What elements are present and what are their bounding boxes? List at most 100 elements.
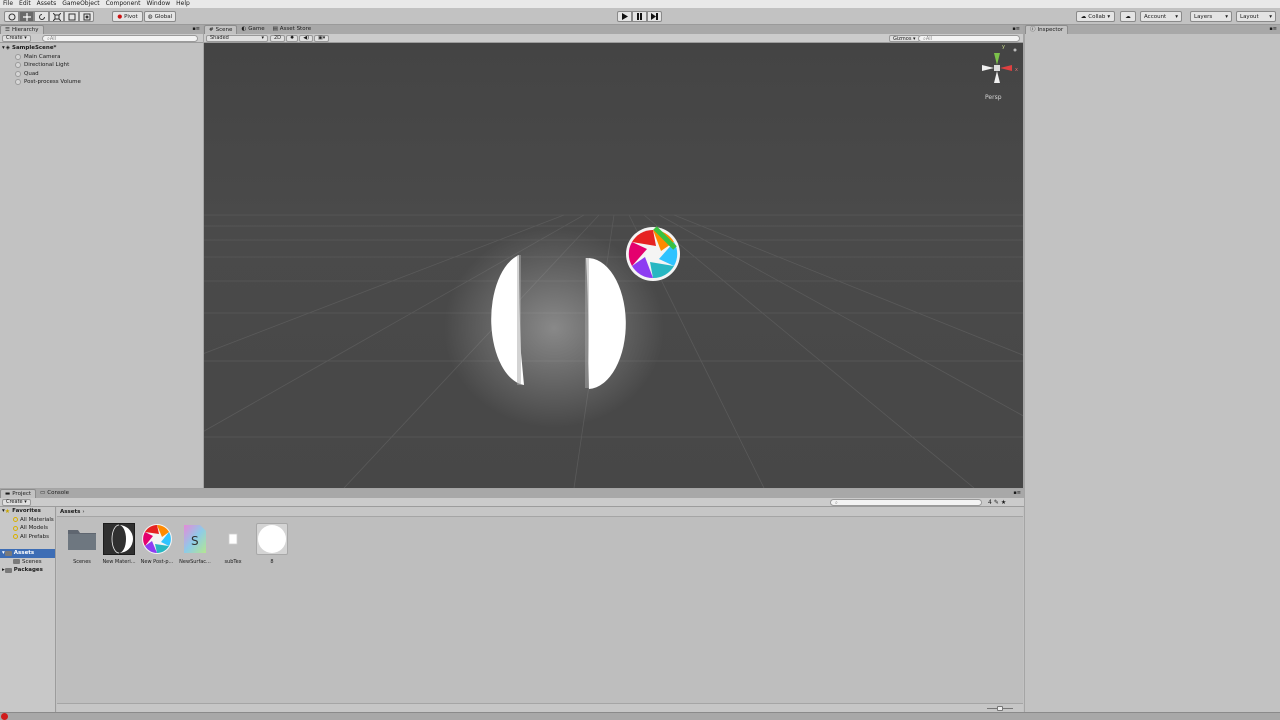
asset-new-material[interactable]: New Materi... bbox=[101, 523, 137, 565]
hierarchy-item-main-camera[interactable]: Main Camera bbox=[0, 53, 203, 62]
hierarchy-item-quad[interactable]: Quad bbox=[0, 70, 203, 79]
hand-tool-icon[interactable] bbox=[4, 11, 19, 22]
shader-file-icon: S bbox=[179, 523, 211, 555]
project-search-input[interactable]: ⌕ bbox=[830, 499, 982, 506]
star-filter-icon[interactable]: ★ bbox=[1001, 499, 1006, 506]
create-button[interactable]: Create ▾ bbox=[2, 34, 31, 42]
menu-help[interactable]: Help bbox=[173, 0, 193, 8]
menu-assets[interactable]: Assets bbox=[34, 0, 60, 8]
create-button[interactable]: Create ▾ bbox=[2, 498, 31, 506]
asset-new-post-process[interactable]: New Post-p... bbox=[139, 523, 175, 565]
folder-assets[interactable]: ▾ Assets bbox=[0, 549, 55, 558]
post-process-profile-icon bbox=[141, 523, 173, 555]
panel-menu-icon[interactable]: ▪≡ bbox=[1012, 26, 1020, 32]
inspector-panel: ⓘ Inspector ▪≡ bbox=[1025, 25, 1280, 712]
folder-scenes[interactable]: Scenes bbox=[0, 558, 55, 567]
favorite-all-models[interactable]: All Models bbox=[0, 524, 55, 533]
account-dropdown[interactable]: Account ▾ bbox=[1140, 11, 1182, 22]
scale-tool-icon[interactable] bbox=[49, 11, 64, 22]
hierarchy-item-post-process-volume[interactable]: Post-process Volume bbox=[0, 78, 203, 87]
globe-icon: ◍ bbox=[147, 13, 153, 20]
chevron-right-icon: › bbox=[82, 508, 85, 515]
scene-panel-header: # Scene ◐ Game ▤ Asset Store ▪≡ Shaded ▾ 2D … bbox=[204, 25, 1023, 43]
chevron-down-icon: ▾ bbox=[1175, 13, 1178, 20]
menu-window[interactable]: Window bbox=[143, 0, 173, 8]
services-cloud-button[interactable]: ☁ bbox=[1120, 11, 1136, 22]
material-preview-icon bbox=[103, 523, 135, 555]
sprite-preview-icon bbox=[256, 523, 288, 555]
badge-count: 4 bbox=[988, 499, 992, 506]
tab-asset-store[interactable]: ▤ Asset Store bbox=[269, 25, 316, 34]
hierarchy-search-input[interactable]: ⌕ All bbox=[42, 35, 198, 42]
favorites-root[interactable]: ▾ ★ Favorites bbox=[0, 507, 55, 516]
project-tabstrip: ▬ Project ▭ Console ▪≡ bbox=[0, 489, 1024, 498]
store-icon: ▤ bbox=[272, 26, 278, 32]
project-toolbar: Create ▾ ⌕ 4 ✎ ★ bbox=[0, 498, 1024, 507]
favorite-all-materials[interactable]: All Materials bbox=[0, 516, 55, 525]
gizmo-y-label: y bbox=[1002, 44, 1005, 50]
scene-search-input[interactable]: ⌕ All bbox=[918, 35, 1020, 42]
chevron-down-icon: ▾ bbox=[1225, 13, 1228, 20]
tab-hierarchy[interactable]: ☰ Hierarchy bbox=[0, 25, 44, 34]
menu-gameobject[interactable]: GameObject bbox=[59, 0, 102, 8]
svg-text:S: S bbox=[191, 534, 199, 548]
rotate-tool-icon[interactable] bbox=[34, 11, 49, 22]
scene-root[interactable]: ▾ ◈ SampleScene* bbox=[0, 44, 203, 53]
asset-subtex[interactable]: subTex bbox=[215, 523, 251, 565]
asset-new-surface-shader[interactable]: S NewSurfac... bbox=[177, 523, 213, 565]
favorite-all-prefabs[interactable]: All Prefabs bbox=[0, 533, 55, 542]
tab-inspector[interactable]: ⓘ Inspector bbox=[1025, 25, 1069, 34]
menu-component[interactable]: Component bbox=[103, 0, 144, 8]
panel-menu-icon[interactable]: ▪≡ bbox=[192, 26, 200, 32]
tab-game[interactable]: ◐ Game bbox=[237, 25, 268, 34]
project-asset-area: Assets › Scenes New Materi... New Post-p… bbox=[57, 507, 1023, 712]
project-folder-tree: ▾ ★ Favorites All Materials All Models All… bbox=[0, 507, 56, 712]
scene-tabstrip: # Scene ◐ Game ▤ Asset Store ▪≡ bbox=[204, 25, 1023, 34]
texture-icon bbox=[217, 523, 249, 555]
transform-tool-icon[interactable] bbox=[79, 11, 94, 22]
hierarchy-tree: ▾ ◈ SampleScene* Main Camera Directional… bbox=[0, 43, 203, 87]
shading-mode-dropdown[interactable]: Shaded ▾ bbox=[206, 34, 268, 42]
pause-button[interactable] bbox=[632, 11, 647, 22]
folder-packages[interactable]: ▸ Packages bbox=[0, 566, 55, 575]
collab-dropdown[interactable]: ☁ Collab ▾ bbox=[1076, 11, 1115, 22]
error-icon[interactable] bbox=[1, 713, 8, 720]
move-tool-icon[interactable] bbox=[19, 11, 34, 22]
slider-handle[interactable] bbox=[997, 706, 1003, 711]
tab-console[interactable]: ▭ Console bbox=[36, 489, 73, 498]
audio-toggle-icon[interactable]: ◀) bbox=[299, 34, 314, 42]
menu-edit[interactable]: Edit bbox=[16, 0, 34, 8]
rect-tool-icon[interactable] bbox=[64, 11, 79, 22]
gameobject-icon bbox=[15, 79, 21, 86]
layout-dropdown[interactable]: Layout ▾ bbox=[1236, 11, 1276, 22]
asset-sprite-8[interactable]: 8 bbox=[254, 523, 290, 565]
saved-search-icon bbox=[13, 534, 18, 540]
gameobject-icon bbox=[15, 53, 21, 60]
global-toggle[interactable]: ◍ Global bbox=[144, 11, 176, 22]
folder-icon bbox=[13, 559, 20, 565]
search-icon: ⌕ bbox=[835, 499, 838, 506]
panel-menu-icon[interactable]: ▪≡ bbox=[1013, 490, 1021, 496]
tab-scene[interactable]: # Scene bbox=[204, 25, 238, 34]
hierarchy-item-directional-light[interactable]: Directional Light bbox=[0, 61, 203, 70]
gameobject-icon bbox=[15, 70, 21, 77]
gizmos-dropdown[interactable]: Gizmos ▾ bbox=[889, 35, 920, 42]
lighting-toggle-icon[interactable]: ✹ bbox=[286, 34, 299, 42]
asset-scenes-folder[interactable]: Scenes bbox=[64, 523, 100, 565]
effects-toggle-icon[interactable]: ▣▾ bbox=[314, 34, 330, 42]
label-filter-icon[interactable]: ✎ bbox=[994, 499, 999, 506]
panel-menu-icon[interactable]: ▪≡ bbox=[1269, 26, 1277, 32]
pivot-toggle[interactable]: ● Pivot bbox=[112, 11, 143, 22]
toggle-2d-button[interactable]: 2D bbox=[270, 34, 286, 42]
persp-label: Persp bbox=[985, 94, 1002, 101]
layers-dropdown[interactable]: Layers ▾ bbox=[1190, 11, 1232, 22]
scene-toolbar: Shaded ▾ 2D ✹ ◀) ▣▾ Gizmos ▾ ⌕ All bbox=[204, 34, 1023, 43]
scene-viewport[interactable]: y x Persp bbox=[204, 43, 1023, 488]
step-button[interactable] bbox=[647, 11, 662, 22]
tab-project[interactable]: ▬ Project bbox=[0, 489, 37, 498]
folder-icon bbox=[4, 550, 12, 556]
unity-scene-icon: ◈ bbox=[5, 45, 10, 52]
menu-file[interactable]: File bbox=[0, 0, 16, 8]
caret-down-icon: ▾ bbox=[2, 45, 5, 52]
play-button[interactable] bbox=[617, 11, 632, 22]
